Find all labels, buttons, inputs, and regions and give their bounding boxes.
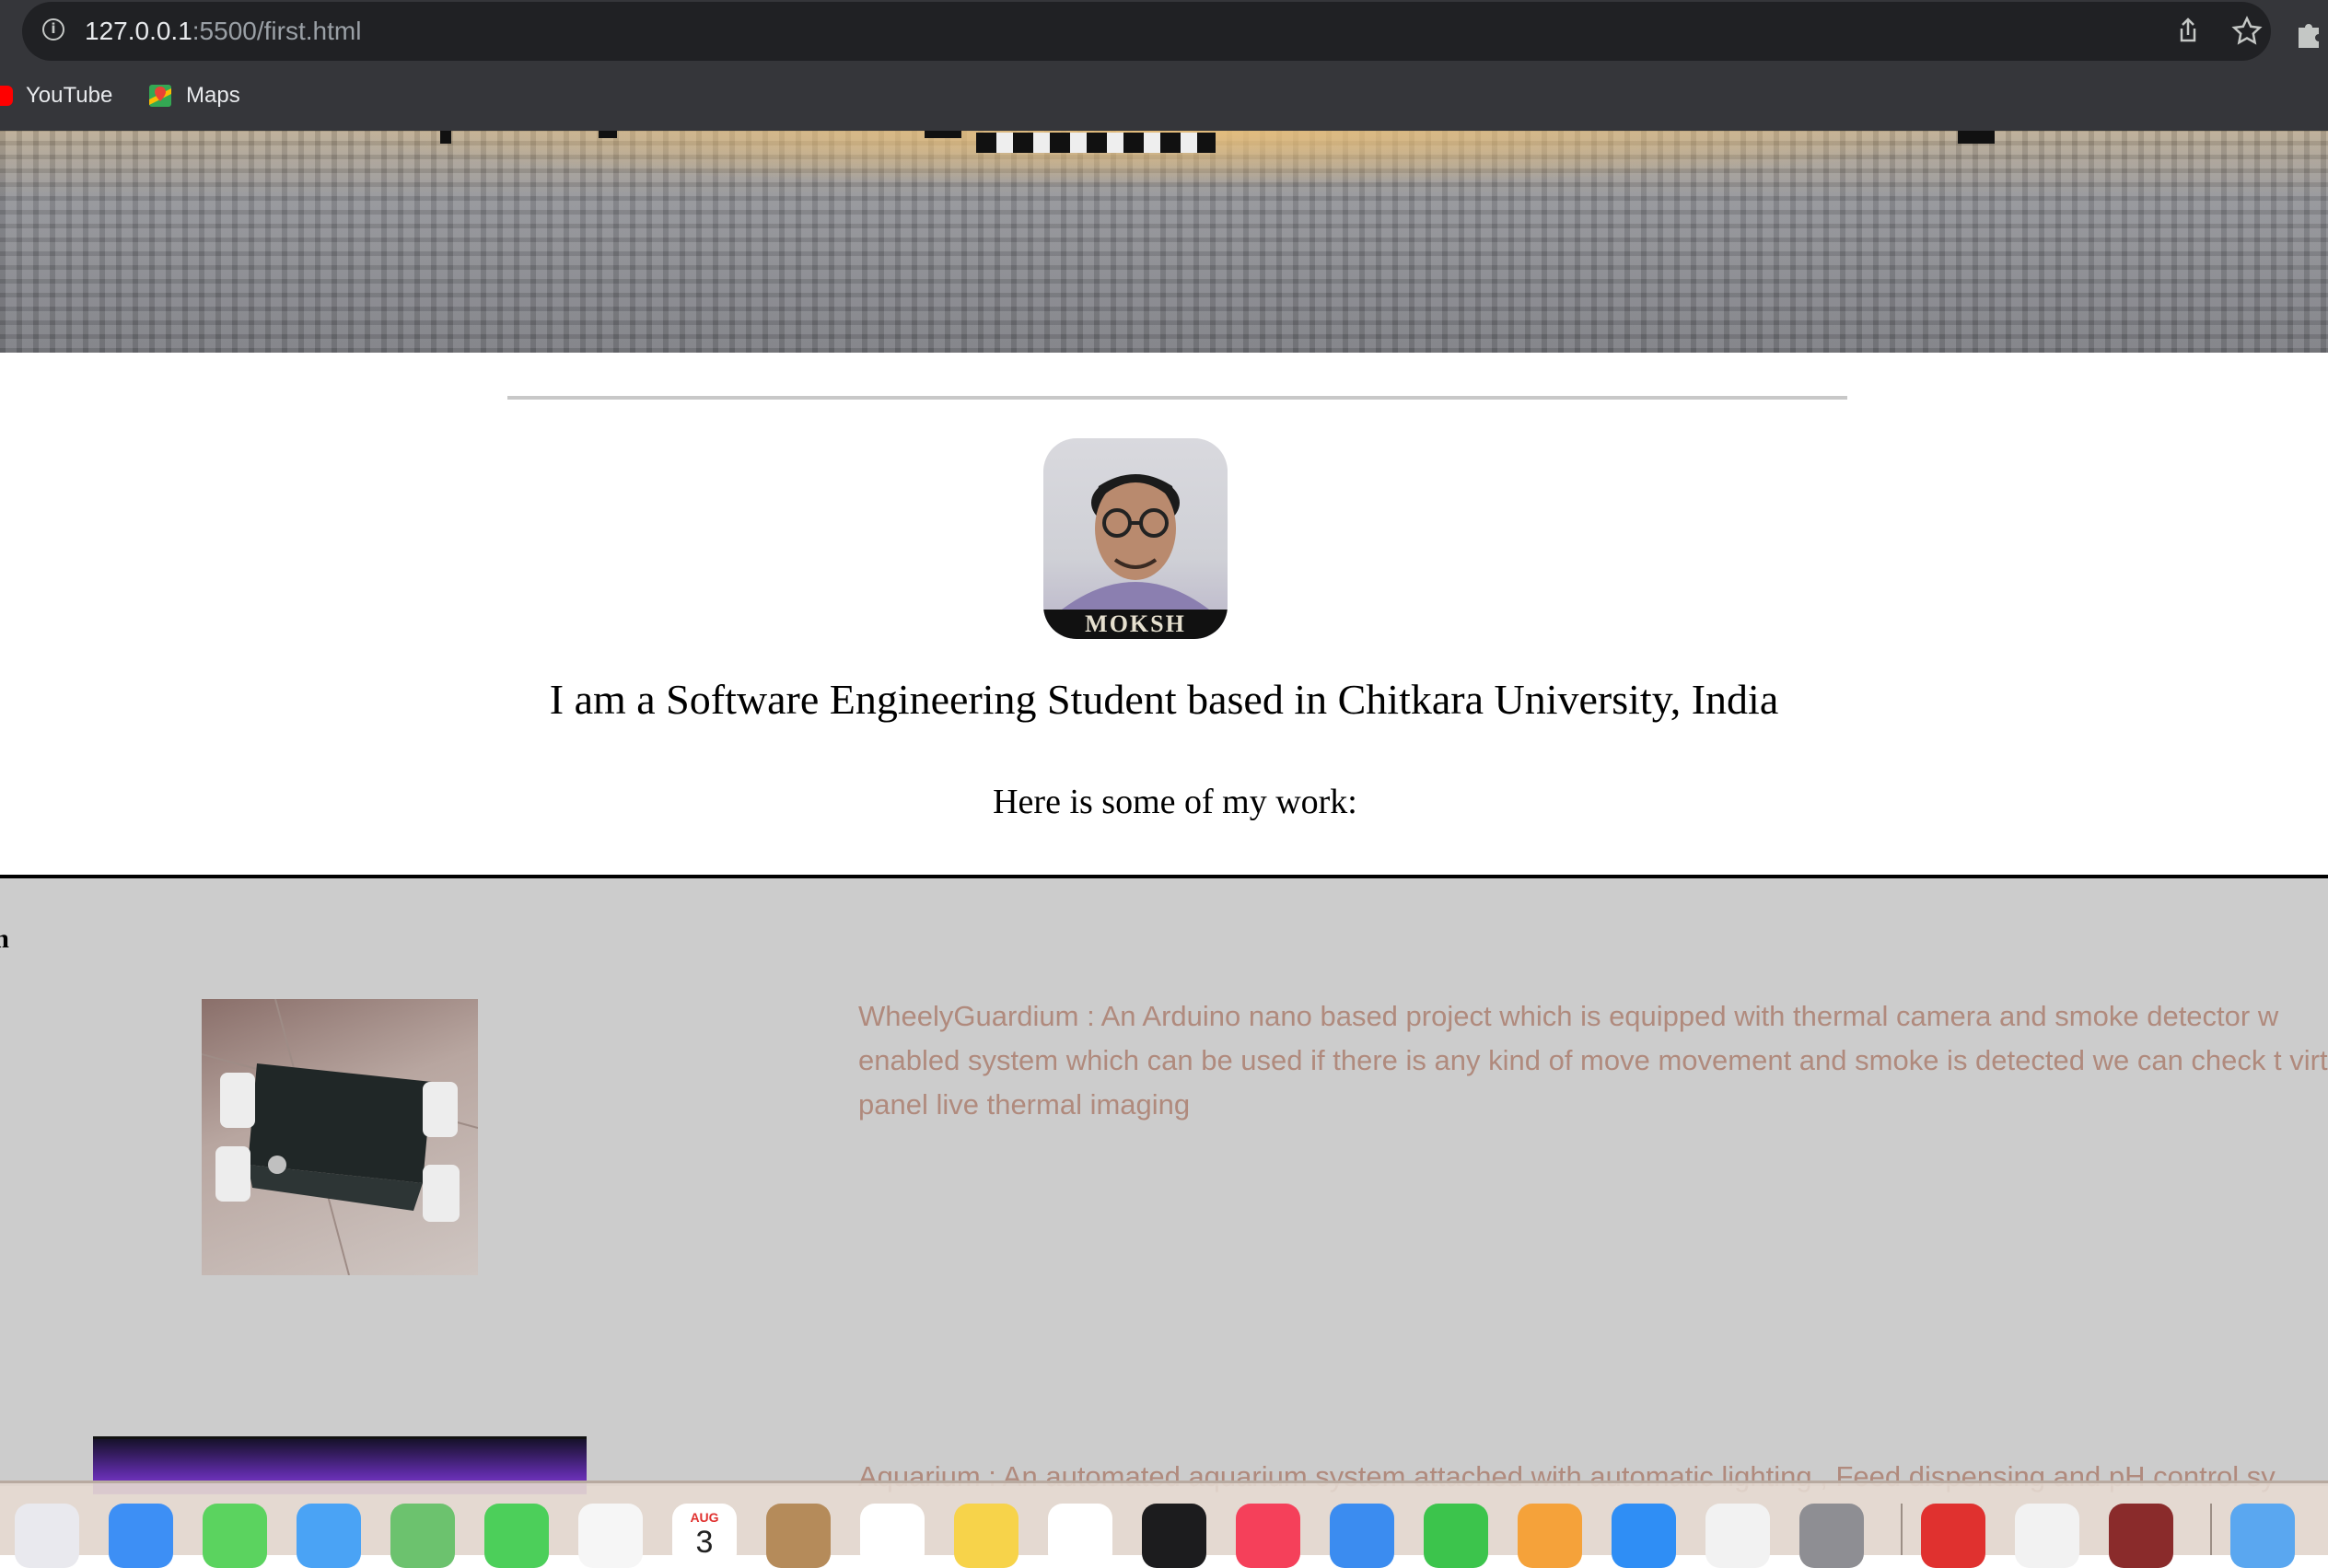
bookmark-label: Maps — [186, 83, 240, 108]
macos-dock: AUG 3 — [0, 1481, 2328, 1568]
dock-separator — [2210, 1504, 2212, 1555]
projects-section: rdium WheelyGuardium : An Arduino nano b… — [0, 875, 2328, 1494]
notes-icon[interactable] — [954, 1504, 1018, 1568]
address-bar[interactable]: i 127.0.0.1:5500/first.html — [22, 2, 2271, 61]
calendar-icon[interactable]: AUG 3 — [672, 1504, 737, 1568]
intro-heading: I am a Software Engineering Student base… — [549, 676, 1779, 723]
person-portrait-icon — [1062, 474, 1209, 610]
dictionary-icon[interactable] — [2109, 1504, 2173, 1568]
vs-code-icon[interactable] — [2015, 1504, 2079, 1568]
bookmark-maps[interactable]: Maps — [147, 79, 240, 112]
robot-car-image — [202, 999, 478, 1275]
chrome-icon[interactable] — [1705, 1504, 1770, 1568]
dock-separator — [1901, 1504, 1903, 1555]
freeform-icon[interactable] — [1048, 1504, 1112, 1568]
tv-icon[interactable] — [1142, 1504, 1206, 1568]
music-icon[interactable] — [1236, 1504, 1300, 1568]
bookmark-label: YouTube — [26, 83, 113, 108]
share-icon[interactable] — [2171, 15, 2205, 48]
contacts-icon[interactable] — [766, 1504, 831, 1568]
bookmark-star-icon[interactable] — [2230, 15, 2264, 48]
safari-icon[interactable] — [109, 1504, 173, 1568]
numbers-icon[interactable] — [1424, 1504, 1488, 1568]
bookmarks-bar: YouTube Maps — [0, 70, 2328, 122]
site-info-icon[interactable]: i — [42, 18, 64, 41]
url-text[interactable]: 127.0.0.1:5500/first.html — [85, 15, 361, 48]
launchpad-icon[interactable] — [15, 1504, 79, 1568]
calendar-month: AUG — [690, 1510, 719, 1525]
browser-chrome: i 127.0.0.1:5500/first.html YouTube Maps — [0, 0, 2328, 131]
facetime-icon[interactable] — [484, 1504, 549, 1568]
keynote-icon[interactable] — [1330, 1504, 1394, 1568]
hero-banner-image — [0, 131, 2328, 353]
calendar-day: 3 — [695, 1525, 714, 1560]
youtube-icon — [0, 86, 13, 106]
messages-icon[interactable] — [203, 1504, 267, 1568]
profile-photo: MOKSH — [1043, 438, 1228, 639]
url-host: 127.0.0.1 — [85, 17, 192, 45]
extensions-icon[interactable] — [2293, 17, 2326, 50]
work-intro-text: Here is some of my work: — [993, 783, 1357, 821]
project-title: rdium — [0, 921, 9, 958]
system-settings-icon[interactable] — [1799, 1504, 1864, 1568]
divider-line — [507, 396, 1847, 400]
url-path: :5500/first.html — [192, 17, 362, 45]
avatar-caption: MOKSH — [1043, 610, 1228, 639]
mail-icon[interactable] — [297, 1504, 361, 1568]
photo-booth-icon[interactable] — [1921, 1504, 1985, 1568]
downloads-icon[interactable] — [2230, 1504, 2295, 1568]
maps-icon — [149, 85, 171, 107]
project-image-wheelyguardium — [202, 999, 478, 1275]
project-description: WheelyGuardium : An Arduino nano based p… — [858, 1000, 2328, 1121]
reminders-icon[interactable] — [860, 1504, 925, 1568]
maps-icon[interactable] — [390, 1504, 455, 1568]
app-store-icon[interactable] — [1612, 1504, 1676, 1568]
bookmark-youtube[interactable]: YouTube — [0, 79, 112, 112]
photos-icon[interactable] — [578, 1504, 643, 1568]
pages-icon[interactable] — [1518, 1504, 1582, 1568]
